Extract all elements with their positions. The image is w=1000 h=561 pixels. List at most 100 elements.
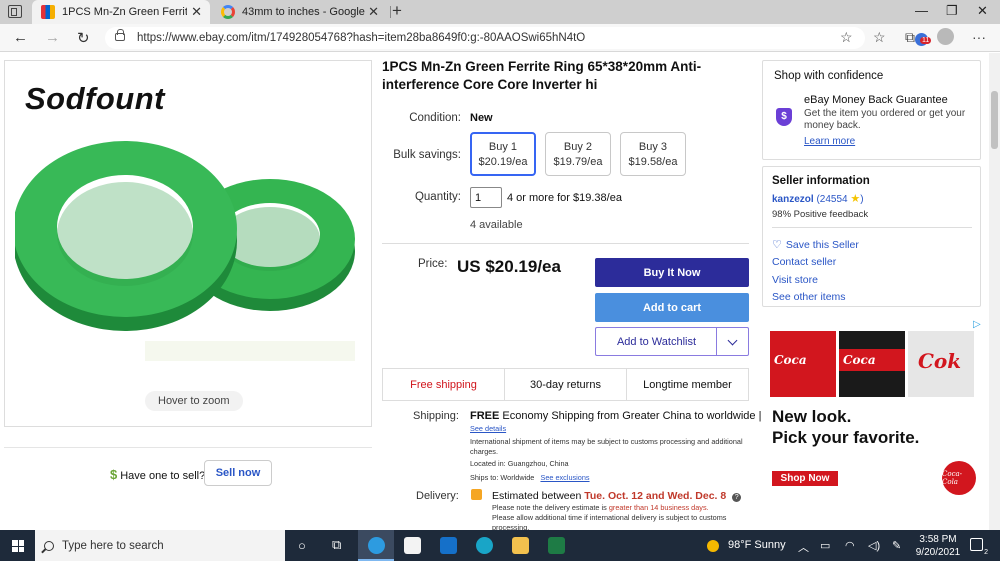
ships-to: Ships to: Worldwide See exclusions xyxy=(470,473,590,483)
taskbar-clock[interactable]: 3:58 PM 9/20/2021 xyxy=(915,533,961,559)
seller-name-link[interactable]: kanzezol xyxy=(772,194,814,205)
add-to-watchlist-button[interactable]: Add to Watchlist xyxy=(595,327,717,356)
save-seller-link[interactable]: ♡ Save this Seller xyxy=(772,238,859,251)
adchoices-icon[interactable]: ▷ xyxy=(973,319,981,330)
google-favicon-icon xyxy=(221,5,235,19)
bulk-option-price: $19.79/ea xyxy=(553,156,603,168)
shipping-free: FREE xyxy=(470,410,500,422)
store-icon[interactable] xyxy=(404,537,421,554)
quantity-input[interactable]: 1 xyxy=(470,187,502,208)
lock-icon xyxy=(115,29,125,41)
page-scrollbar[interactable] xyxy=(989,53,1000,530)
excel-icon[interactable] xyxy=(548,537,565,554)
buy-it-now-button[interactable]: Buy It Now xyxy=(595,258,749,287)
delivery-estimate: Estimated between Tue. Oct. 12 and Wed. … xyxy=(492,490,742,502)
edge-dev-icon[interactable] xyxy=(476,537,493,554)
weather-text[interactable]: 98°F Sunny xyxy=(728,539,786,551)
mail-icon[interactable] xyxy=(440,537,457,554)
shipping-method: Economy Shipping from Greater China to w… xyxy=(502,410,762,422)
ad-headline-1: New look. xyxy=(772,407,852,426)
bulk-option-name: Buy 1 xyxy=(488,141,518,153)
wifi-icon[interactable]: ◠ xyxy=(845,539,855,552)
close-tab-icon[interactable]: ✕ xyxy=(368,4,379,20)
seller-information-card: Seller information kanzezol (24554 ★) 98… xyxy=(762,166,981,307)
forward-icon[interactable]: → xyxy=(45,29,60,46)
brand-watermark: Sodfount xyxy=(25,81,166,116)
cortana-icon[interactable]: ○ xyxy=(298,538,306,553)
tab-actions-icon[interactable] xyxy=(8,5,22,18)
seller-feedback-count[interactable]: (24554 xyxy=(816,194,847,205)
file-explorer-icon[interactable] xyxy=(512,537,529,554)
price-value: US $20.19/ea xyxy=(457,257,561,276)
task-view-icon[interactable]: ⧉ xyxy=(332,537,341,553)
tab-separator xyxy=(390,6,391,18)
tab-title: 43mm to inches - Google Search xyxy=(242,6,367,18)
chevron-up-icon[interactable]: ︿ xyxy=(798,539,809,555)
add-to-cart-button[interactable]: Add to cart xyxy=(595,293,749,322)
coca-cola-ad[interactable]: ▷ Coca Coca Cok New look. Pick your favo… xyxy=(768,319,982,509)
restore-icon[interactable]: ❐ xyxy=(946,3,958,19)
windows-start-icon[interactable] xyxy=(12,540,24,552)
ships-to-label: Ships to: Worldwide xyxy=(470,473,535,482)
battery-icon[interactable]: ▭ xyxy=(820,539,830,552)
url-field[interactable]: https://www.ebay.com/itm/174928054768?ha… xyxy=(105,27,932,49)
positive-feedback: 98% Positive feedback xyxy=(772,209,869,220)
windows-taskbar: Type here to search ○ ⧉ 98°F Sunny ︿ ▭ ◠… xyxy=(0,530,1000,561)
refresh-icon[interactable]: ↻ xyxy=(77,29,90,47)
browser-tab-strip: 1PCS Mn-Zn Green Ferrite Ring 6 ✕ 43mm t… xyxy=(0,0,1000,24)
bulk-option-buy1[interactable]: Buy 1 $20.19/ea xyxy=(470,132,536,176)
chevron-down-icon xyxy=(727,335,738,345)
ferrite-ring-image[interactable] xyxy=(15,131,365,361)
collections-icon[interactable]: ⧉ xyxy=(905,29,915,46)
visit-store-link[interactable]: Visit store xyxy=(772,274,818,286)
located-in: Located in: Guangzhou, China xyxy=(470,459,569,468)
learn-more-link[interactable]: Learn more xyxy=(804,136,855,147)
notifications-icon[interactable] xyxy=(970,538,989,556)
shop-now-button[interactable]: Shop Now xyxy=(772,471,838,486)
delivery-dates: Tue. Oct. 12 and Wed. Dec. 8 xyxy=(584,490,727,502)
minimize-icon[interactable]: — xyxy=(915,3,928,18)
back-icon[interactable]: ← xyxy=(13,29,28,46)
bulk-savings-label: Bulk savings: xyxy=(393,149,461,161)
scrollbar-thumb[interactable] xyxy=(991,91,998,149)
seller-feedback-close: ) xyxy=(860,194,864,205)
edge-icon[interactable] xyxy=(368,537,385,554)
see-exclusions-link[interactable]: See exclusions xyxy=(540,473,589,482)
tab-google[interactable]: 43mm to inches - Google Search ✕ xyxy=(212,0,387,24)
contact-seller-link[interactable]: Contact seller xyxy=(772,256,836,268)
profile-avatar[interactable] xyxy=(937,28,954,45)
weather-sun-icon[interactable] xyxy=(707,540,719,552)
delivery-prefix: Estimated between xyxy=(492,490,582,502)
coke-zero-can-image: Coca xyxy=(839,331,905,397)
favorites-icon[interactable]: ☆ xyxy=(873,29,886,46)
hover-to-zoom-hint: Hover to zoom xyxy=(145,391,243,411)
delivery-note1-prefix: Please note the delivery estimate is xyxy=(492,503,607,512)
confidence-title: Shop with confidence xyxy=(774,70,884,82)
sell-now-button[interactable]: Sell now xyxy=(204,460,272,486)
bulk-option-buy2[interactable]: Buy 2 $19.79/ea xyxy=(545,132,611,176)
more-menu-icon[interactable]: ··· xyxy=(972,29,986,45)
shipping-label: Shipping: xyxy=(413,410,459,422)
ad-headline-2: Pick your favorite. xyxy=(772,428,920,447)
new-tab-icon[interactable]: + xyxy=(392,1,402,21)
pen-icon[interactable]: ✎ xyxy=(892,539,901,552)
sell-question-text: Have one to sell? xyxy=(120,470,206,482)
tab-ebay[interactable]: 1PCS Mn-Zn Green Ferrite Ring 6 ✕ xyxy=(32,0,210,24)
help-icon[interactable]: ? xyxy=(732,493,742,502)
close-tab-icon[interactable]: ✕ xyxy=(191,4,202,20)
volume-icon[interactable]: ◁) xyxy=(868,539,880,552)
bulk-option-buy3[interactable]: Buy 3 $19.58/ea xyxy=(620,132,686,176)
see-details-link[interactable]: See details xyxy=(470,424,506,434)
product-image-card[interactable]: Sodfount Hover to zoom xyxy=(4,60,372,427)
quantity-offer: 4 or more for $19.38/ea xyxy=(507,192,622,204)
sell-question: $ Have one to sell? xyxy=(110,467,205,482)
favorite-star-icon[interactable]: ☆ xyxy=(840,29,853,46)
extension-badge: 11 xyxy=(920,37,932,44)
watchlist-dropdown-button[interactable] xyxy=(716,327,749,356)
coke-can-image: Coca xyxy=(770,331,836,397)
see-other-items-link[interactable]: See other items xyxy=(772,291,846,303)
shipping-note: International shipment of items may be s… xyxy=(470,437,743,456)
extension-icon[interactable]: 11 xyxy=(915,33,932,46)
taskbar-search[interactable]: Type here to search xyxy=(35,530,285,561)
close-window-icon[interactable]: ✕ xyxy=(977,3,988,19)
